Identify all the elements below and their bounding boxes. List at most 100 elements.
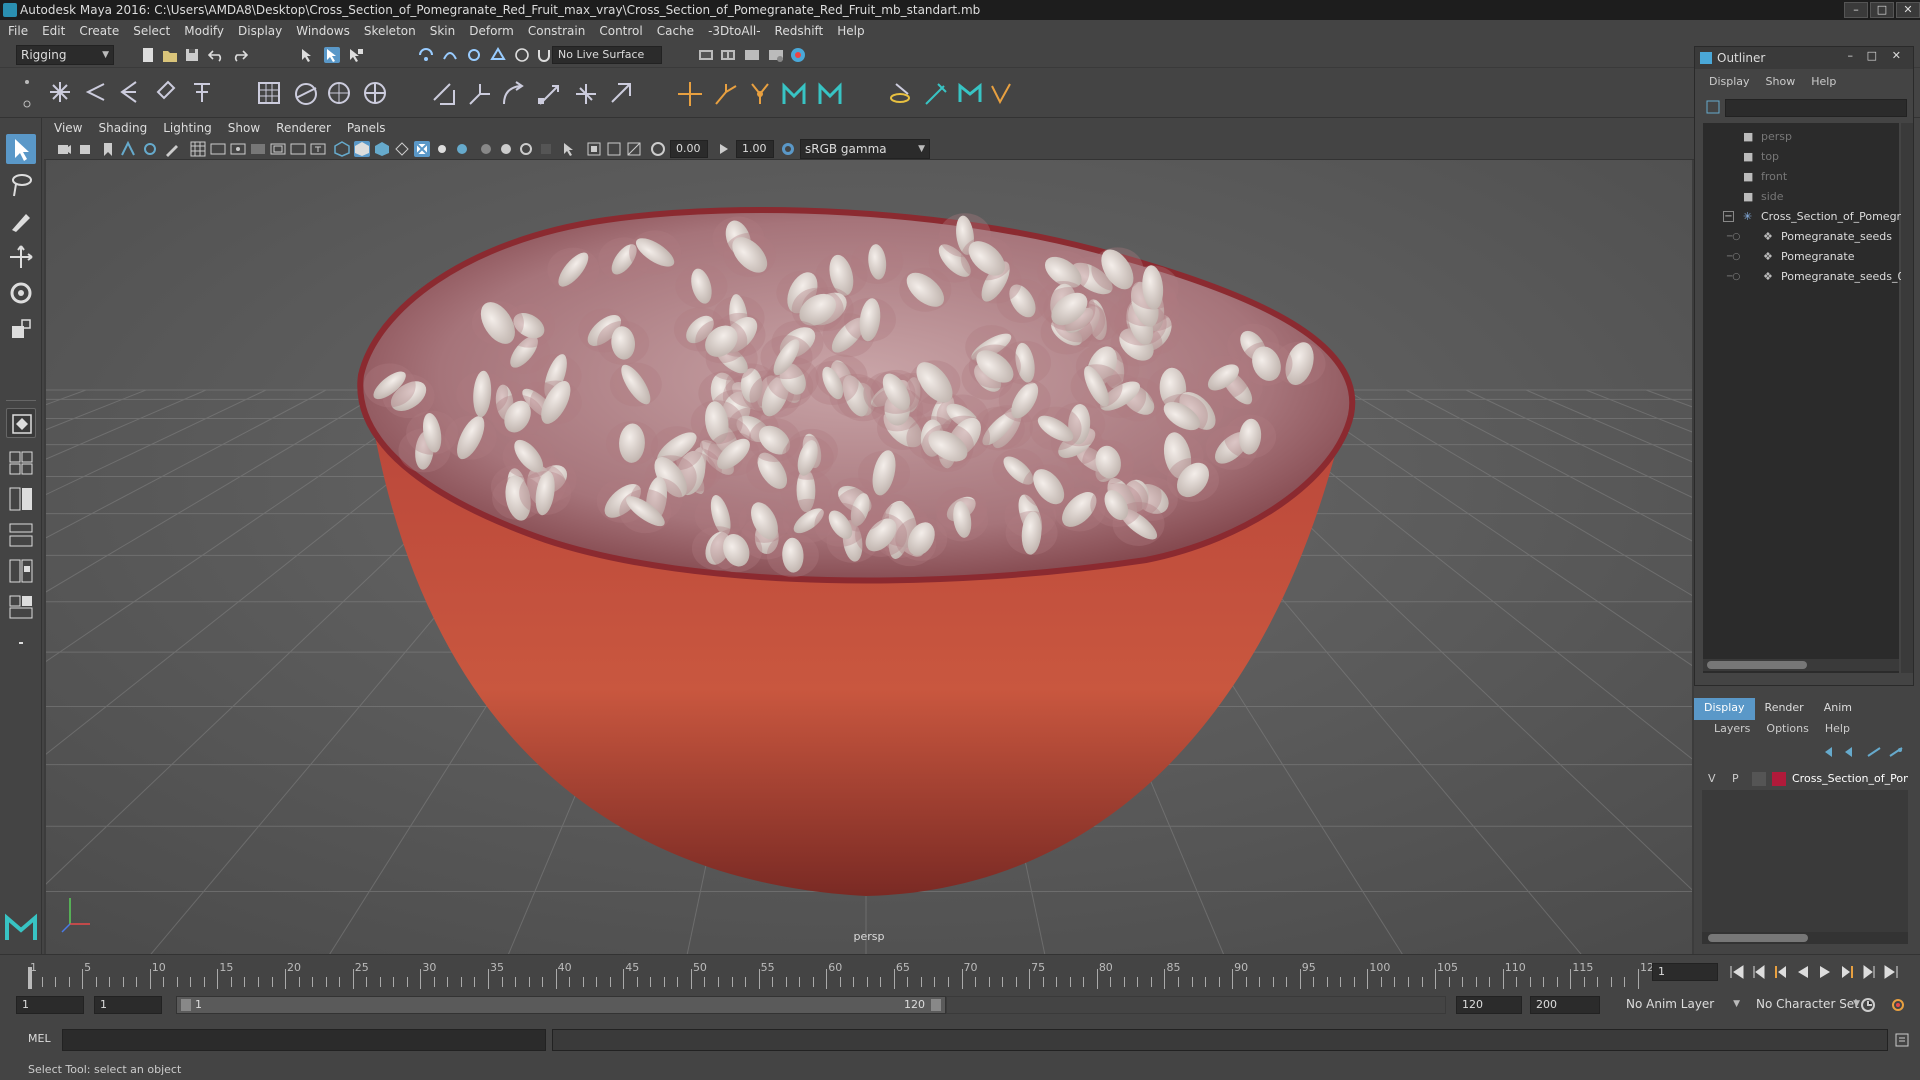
step-back-key-icon[interactable] [1772, 963, 1790, 981]
paint-select-tool-button[interactable] [6, 206, 36, 236]
new-layer-selected-icon[interactable] [1888, 744, 1904, 760]
create-joint-icon[interactable] [48, 80, 72, 104]
textured-icon[interactable] [414, 141, 430, 157]
menu-modify[interactable]: Modify [184, 24, 224, 38]
layer-menu-layers[interactable]: Layers [1714, 722, 1750, 740]
menu-set-dropdown[interactable]: Rigging ▼ [16, 45, 114, 65]
command-language-label[interactable]: MEL [28, 1032, 51, 1045]
character-set-dropdown[interactable]: No Character Set ▼ [1752, 995, 1864, 1015]
animation-end-field[interactable]: 200 [1530, 996, 1600, 1014]
auto-key-icon[interactable] [1860, 997, 1876, 1013]
range-end-handle[interactable] [931, 999, 941, 1011]
view-transform-dropdown[interactable]: sRGB gamma ▼ [800, 139, 930, 159]
film-gate-icon[interactable] [210, 141, 226, 157]
hypershade-icon[interactable] [790, 47, 806, 63]
animation-start-field[interactable]: 1 [16, 996, 84, 1014]
menu-file[interactable]: File [8, 24, 28, 38]
use-all-lights-icon[interactable] [434, 141, 450, 157]
gamma-icon[interactable] [716, 141, 732, 157]
pole-vector-icon[interactable] [608, 80, 636, 108]
isolate-select-icon[interactable] [562, 141, 578, 157]
outliner-item[interactable]: ■ persp [1703, 127, 1903, 147]
layer-hscroll-thumb[interactable] [1708, 934, 1808, 942]
point-constraint-icon[interactable] [430, 80, 458, 108]
snap-point-icon[interactable] [466, 47, 482, 63]
maya-logo-button[interactable] [4, 910, 38, 944]
menu-select[interactable]: Select [133, 24, 170, 38]
anim-layer-dropdown[interactable]: No Anim Layer ▼ [1622, 995, 1744, 1015]
menu-skeleton[interactable]: Skeleton [364, 24, 416, 38]
redo-icon[interactable] [232, 47, 248, 63]
live-surface-field[interactable]: No Live Surface [552, 46, 662, 64]
menu-3dtoall[interactable]: -3DtoAll- [708, 24, 760, 38]
range-start-handle[interactable] [181, 999, 191, 1011]
move-layer-up-icon[interactable] [1822, 744, 1838, 760]
new-empty-layer-icon[interactable] [1866, 744, 1882, 760]
outliner-refresh-icon[interactable] [1705, 99, 1721, 115]
wrap-deformer-icon[interactable] [326, 80, 352, 106]
2d-pan-zoom-icon[interactable] [142, 141, 158, 157]
time-slider[interactable]: 1 5 10 15 20 25 30 35 40 45 50 55 60 65 70 75 80 85 90 95 10… [0, 954, 1920, 990]
grease-pencil-icon[interactable] [164, 141, 180, 157]
viewport-canvas[interactable]: persp [46, 160, 1692, 954]
outliner-minimize-button[interactable]: – [1848, 49, 1854, 62]
play-backwards-icon[interactable] [1794, 963, 1812, 981]
outliner-menu-help[interactable]: Help [1811, 75, 1836, 93]
outliner-menu-show[interactable]: Show [1766, 75, 1796, 93]
step-forward-frame-icon[interactable] [1860, 963, 1878, 981]
wireframe-on-shaded-icon[interactable] [394, 141, 410, 157]
image-plane-icon[interactable] [120, 141, 136, 157]
menu-help[interactable]: Help [837, 24, 864, 38]
select-tool-button[interactable] [6, 134, 36, 164]
scale-tool-button[interactable] [6, 314, 36, 344]
outliner-menu-display[interactable]: Display [1709, 75, 1750, 93]
layer-type-toggle[interactable] [1752, 772, 1766, 786]
menu-cache[interactable]: Cache [657, 24, 694, 38]
render-settings-icon[interactable] [768, 47, 784, 63]
select-object-icon[interactable] [324, 47, 340, 63]
layer-menu-options[interactable]: Options [1766, 722, 1808, 740]
menu-windows[interactable]: Windows [296, 24, 350, 38]
move-tool-button[interactable] [6, 242, 36, 272]
command-input[interactable] [62, 1029, 546, 1051]
step-back-frame-icon[interactable] [1750, 963, 1768, 981]
outliner-maximize-button[interactable]: □ [1867, 49, 1877, 62]
render-frame-icon[interactable] [698, 47, 714, 63]
render-sequence-icon[interactable] [720, 47, 736, 63]
locator-icon[interactable] [676, 80, 704, 108]
persp-outliner-layout-button[interactable] [6, 520, 36, 550]
outliner-vscrollbar[interactable] [1901, 123, 1913, 673]
exposure-icon[interactable] [650, 141, 666, 157]
aim-constraint-icon[interactable] [466, 80, 494, 108]
snap-grid-icon[interactable] [418, 47, 434, 63]
script-editor-icon[interactable] [1894, 1032, 1910, 1048]
snap-live-icon[interactable] [514, 47, 530, 63]
go-to-end-icon[interactable] [1882, 963, 1900, 981]
select-hierarchy-icon[interactable] [300, 47, 316, 63]
outliner-search-input[interactable] [1725, 99, 1907, 117]
open-scene-icon[interactable] [162, 47, 178, 63]
rotate-tool-button[interactable] [6, 278, 36, 308]
parent-constraint-icon[interactable] [572, 80, 600, 108]
minimize-button[interactable]: – [1844, 2, 1868, 18]
outliner-item[interactable]: ─○ ❖ Pomegranate_seeds [1703, 227, 1903, 247]
smooth-shade-icon[interactable] [354, 141, 370, 157]
cv-curve-icon[interactable] [712, 80, 740, 108]
camera-lock-icon[interactable] [78, 141, 94, 157]
maximize-button[interactable]: □ [1870, 2, 1894, 18]
depth-of-field-icon[interactable] [538, 141, 554, 157]
anti-aliasing-icon[interactable] [518, 141, 534, 157]
scale-constraint-icon[interactable] [536, 80, 564, 108]
vp-menu-shading[interactable]: Shading [98, 121, 147, 135]
ik-handle-icon[interactable] [84, 80, 108, 104]
new-scene-icon[interactable] [140, 47, 156, 63]
lattice-icon[interactable] [256, 80, 282, 106]
go-to-start-icon[interactable] [1728, 963, 1746, 981]
outliner-item[interactable]: − ✳ Cross_Section_of_Pomegr [1703, 207, 1903, 227]
outliner-close-button[interactable]: ✕ [1892, 49, 1901, 62]
outliner-item[interactable]: ■ side [1703, 187, 1903, 207]
menu-deform[interactable]: Deform [469, 24, 514, 38]
snap-view-plane-icon[interactable] [490, 47, 506, 63]
resolution-gate-icon[interactable] [230, 141, 246, 157]
close-button[interactable]: ✕ [1896, 2, 1920, 18]
